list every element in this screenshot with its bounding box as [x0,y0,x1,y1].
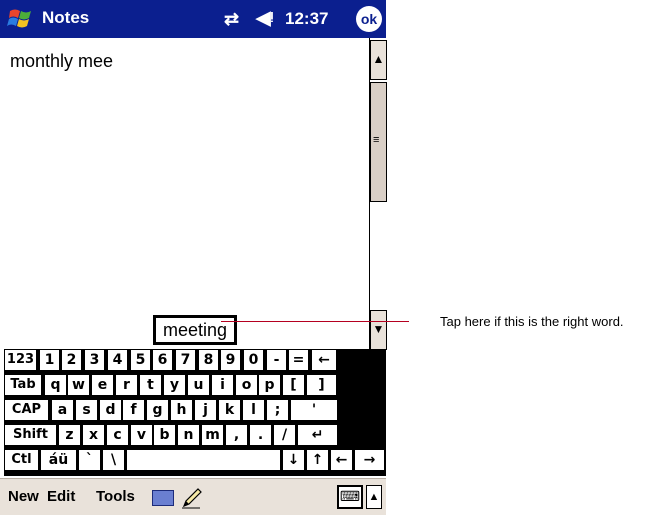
key[interactable]: 9 [221,350,240,370]
menu-tools[interactable]: Tools [96,488,135,505]
callout-line [221,321,409,322]
key[interactable]: ; [267,400,288,420]
key[interactable]: 0 [244,350,263,370]
menu-edit[interactable]: Edit [47,488,75,505]
grip-icon: ≡ [373,134,380,146]
key[interactable]: r [116,375,137,395]
key[interactable]: o [236,375,257,395]
keyboard-icon[interactable]: ⌨ [337,485,363,509]
key[interactable]: / [274,425,295,445]
pocket-pc-screen: Notes ⇄ ◀ᵎ 12:37 ok monthly mee ▲ ≡ ▼ me… [0,0,387,515]
key[interactable]: x [83,425,104,445]
ok-button[interactable]: ok [356,6,382,32]
key[interactable]: b [154,425,175,445]
key[interactable]: p [259,375,280,395]
connectivity-icon[interactable]: ⇄ [224,9,239,30]
key[interactable]: i [212,375,233,395]
key[interactable]: 5 [131,350,150,370]
key[interactable]: ] [307,375,336,395]
key[interactable]: 8 [199,350,218,370]
key[interactable]: u [188,375,209,395]
key[interactable]: f [123,400,144,420]
key[interactable]: e [92,375,113,395]
key[interactable]: t [140,375,161,395]
vertical-scrollbar[interactable]: ▲ ≡ ▼ [369,38,387,350]
pen-icon[interactable] [180,486,204,510]
key[interactable]: ← [312,350,336,370]
key[interactable]: . [250,425,271,445]
key[interactable]: n [178,425,199,445]
key[interactable]: ↵ [298,425,337,445]
key[interactable]: 1 [40,350,59,370]
key[interactable]: w [68,375,89,395]
keyboard-row: Shift z x c v b n m,. / ↵ [4,425,386,445]
scroll-down-button[interactable]: ▼ [370,310,387,350]
key[interactable]: = [289,350,308,370]
key[interactable]: j [195,400,216,420]
note-text[interactable]: monthly mee [10,51,113,72]
key[interactable]: c [107,425,128,445]
key[interactable]: , [226,425,247,445]
key[interactable]: ` [79,450,100,470]
key[interactable]: Shift [5,425,56,445]
key[interactable]: áü [41,450,76,470]
key[interactable]: ↓ [283,450,304,470]
key[interactable]: Tab [5,375,41,395]
key[interactable]: 4 [108,350,127,370]
app-title: Notes [42,8,90,27]
key-space[interactable] [127,450,280,470]
clock[interactable]: 12:37 [285,9,328,29]
key[interactable]: s [76,400,97,420]
title-bar: Notes ⇄ ◀ᵎ 12:37 ok [0,0,386,38]
key[interactable]: 6 [153,350,172,370]
key[interactable]: [ [283,375,304,395]
key[interactable]: l [243,400,264,420]
soft-keyboard: 123 1 2 3 4 5 6 7 8 9 0- = ← Tab q w e r t y u i o p[] CAP a s d f g h… [4,349,386,476]
scroll-thumb[interactable]: ≡ [370,82,387,202]
key[interactable]: ' [291,400,337,420]
key[interactable]: m [202,425,223,445]
key[interactable]: Ctl [5,450,38,470]
key[interactable]: 123 [5,350,36,370]
key[interactable]: 7 [176,350,195,370]
key[interactable]: 3 [85,350,104,370]
key[interactable]: v [131,425,152,445]
menu-bar: New Edit Tools ⌨ ▲ [0,478,386,515]
key[interactable]: q [45,375,66,395]
key[interactable]: 2 [62,350,81,370]
keyboard-row: 123 1 2 3 4 5 6 7 8 9 0- = ← [4,350,386,370]
callout-text: Tap here if this is the right word. [440,314,624,329]
key[interactable]: h [171,400,192,420]
key[interactable]: g [147,400,168,420]
key[interactable]: z [59,425,80,445]
keyboard-row: CAP a s d f g h j k l; ' [4,400,386,420]
key[interactable]: - [267,350,286,370]
keyboard-row: Ctl áü ` \ ↓ ↑ ← → [4,450,386,470]
key[interactable]: d [100,400,121,420]
keyboard-row: Tab q w e r t y u i o p[] [4,375,386,395]
menu-new[interactable]: New [8,488,39,505]
key[interactable]: CAP [5,400,48,420]
key[interactable]: a [52,400,73,420]
word-suggestion[interactable]: meeting [153,315,237,345]
windows-flag-icon[interactable] [6,5,36,33]
note-editor[interactable]: monthly mee [0,38,368,350]
scroll-up-button[interactable]: ▲ [370,40,387,80]
key[interactable]: → [355,450,384,470]
key[interactable]: ← [331,450,352,470]
key[interactable]: \ [103,450,124,470]
input-panel-arrow[interactable]: ▲ [366,485,382,509]
speaker-icon[interactable]: ◀ᵎ [256,7,273,30]
key[interactable]: k [219,400,240,420]
key[interactable]: ↑ [307,450,328,470]
recording-icon[interactable] [152,490,174,506]
key[interactable]: y [164,375,185,395]
